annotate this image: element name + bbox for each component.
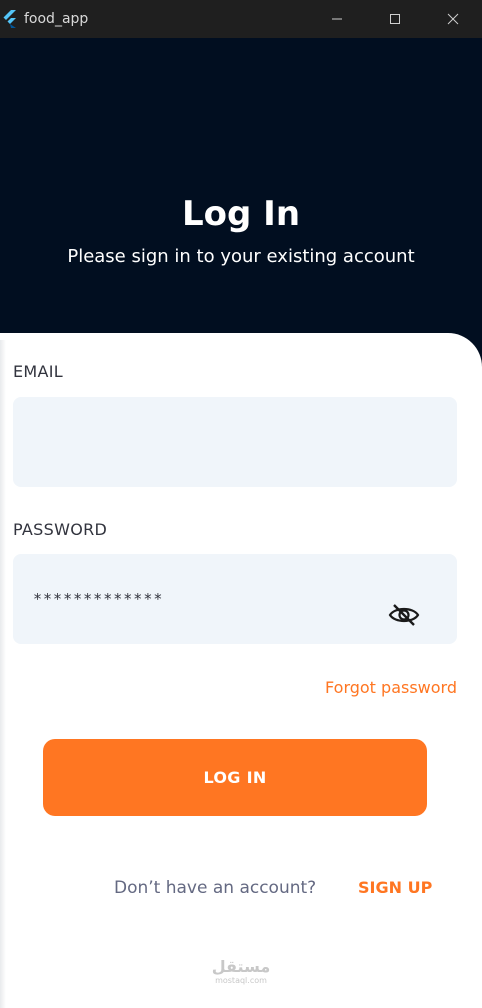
login-button[interactable]: LOG IN: [43, 739, 427, 816]
watermark-main: مستقل: [211, 957, 271, 976]
password-field[interactable]: *************: [13, 554, 457, 644]
password-label: PASSWORD: [13, 520, 108, 539]
close-button[interactable]: [424, 0, 482, 38]
watermark-sub: mostaql.com: [215, 976, 267, 985]
window-controls: [308, 0, 482, 38]
card-shadow-edge: [0, 340, 6, 1008]
forgot-password-link[interactable]: Forgot password: [325, 678, 457, 697]
maximize-icon: [390, 14, 400, 24]
password-input[interactable]: *************: [33, 554, 397, 644]
email-input[interactable]: [33, 397, 397, 487]
minimize-icon: [332, 18, 342, 20]
no-account-text: Don’t have an account?: [114, 878, 317, 898]
minimize-button[interactable]: [308, 0, 366, 38]
login-header: Log In Please sign in to your existing a…: [0, 38, 482, 358]
window-title: food_app: [24, 11, 89, 27]
signup-link[interactable]: SIGN UP: [358, 878, 432, 897]
watermark-logo: مستقل mostaql.com: [196, 958, 286, 986]
window-titlebar: food_app: [0, 0, 482, 38]
page-subtitle: Please sign in to your existing account: [67, 246, 415, 267]
email-field[interactable]: [13, 397, 457, 487]
flutter-icon: [0, 10, 18, 28]
eye-off-icon[interactable]: [387, 602, 421, 628]
signup-row: Don’t have an account? SIGN UP: [0, 878, 482, 904]
close-icon: [447, 13, 459, 25]
page-title: Log In: [181, 194, 301, 234]
email-label: EMAIL: [13, 362, 63, 381]
maximize-button[interactable]: [366, 0, 424, 38]
